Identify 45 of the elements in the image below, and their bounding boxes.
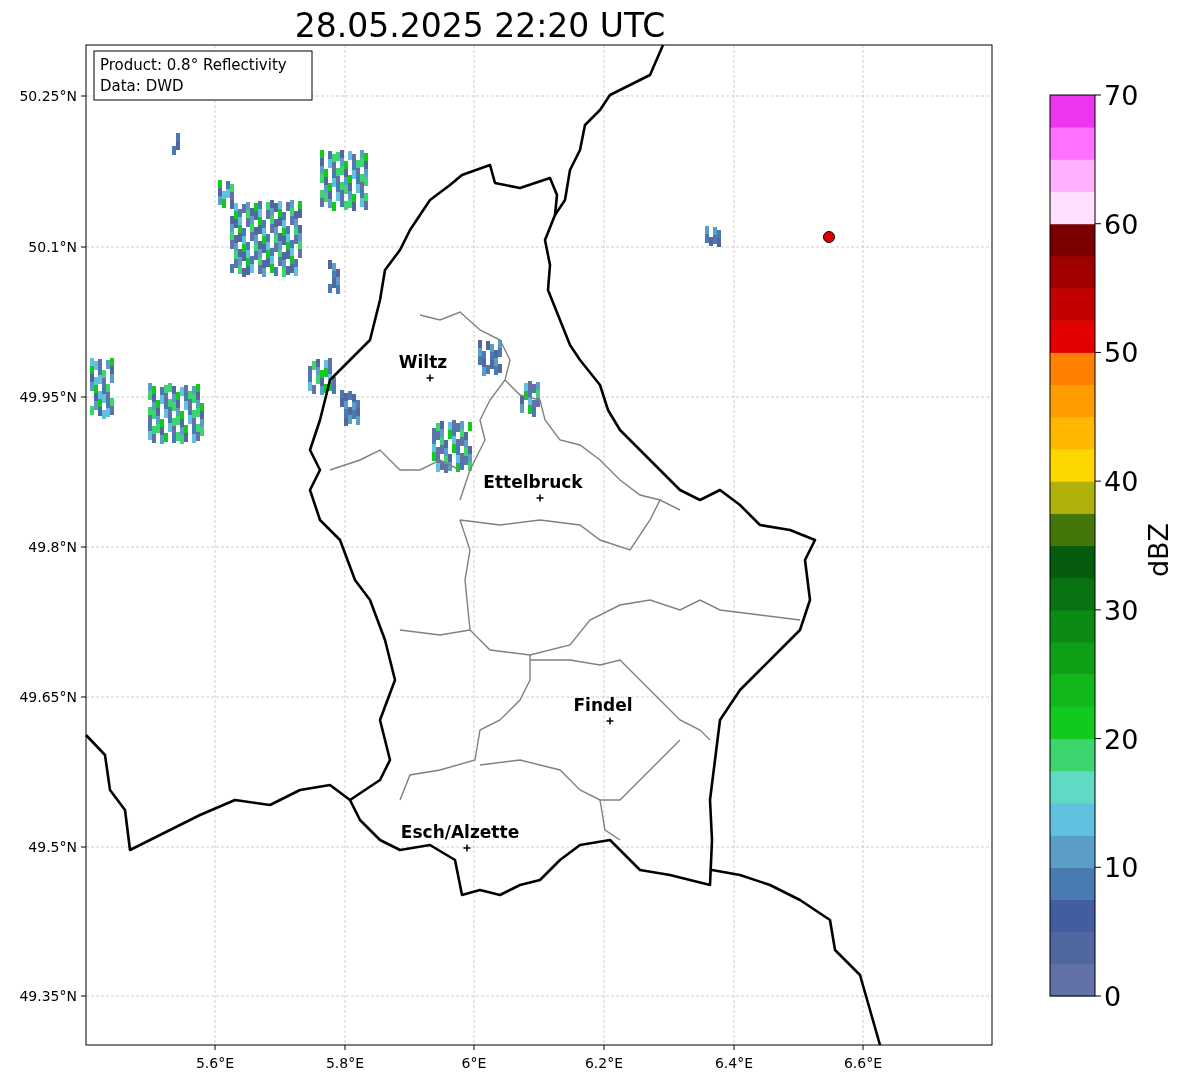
latitude-label: 49.35°N — [19, 988, 77, 1004]
colorbar-label: dBZ — [1143, 522, 1174, 578]
longitude-label: 5.8°E — [325, 1055, 365, 1071]
radar-echo — [172, 133, 180, 155]
radar-echo — [90, 358, 114, 419]
radar-echo — [320, 150, 368, 211]
colorbar-tick-label: 30 — [1104, 594, 1139, 626]
city-label: Ettelbruck — [483, 472, 583, 492]
longitude-label: 6.4°E — [714, 1055, 754, 1071]
radar-echo — [328, 260, 340, 294]
longitude-label: 5.6°E — [195, 1055, 235, 1071]
city-marker-icon — [535, 493, 545, 503]
radar-echo — [432, 420, 472, 473]
city-label: Wiltz — [398, 352, 448, 372]
radar-echo — [148, 383, 204, 444]
latitude-label: 49.95°N — [19, 389, 77, 405]
longitude-label: 6.6°E — [843, 1055, 883, 1071]
radar-echo — [308, 358, 336, 395]
radar-echo — [520, 381, 540, 417]
latitude-label: 50.1°N — [28, 239, 77, 255]
city-label: Esch/Alzette — [400, 822, 520, 842]
colorbar-tick-label: 20 — [1104, 723, 1139, 755]
longitude-label: 6°E — [461, 1055, 487, 1071]
radar-echo — [340, 390, 360, 426]
city-marker-icon — [462, 843, 472, 853]
colorbar-tick-label: 40 — [1104, 466, 1139, 498]
colorbar-tick-label: 10 — [1104, 852, 1139, 884]
latitude-label: 49.65°N — [19, 689, 77, 705]
colorbar-tick-label: 60 — [1104, 208, 1139, 240]
longitude-label: 6.2°E — [584, 1055, 624, 1071]
radar-echo — [705, 226, 721, 247]
latitude-label: 50.25°N — [19, 88, 77, 104]
city-label: Findel — [573, 695, 633, 715]
location-marker — [823, 231, 835, 243]
colorbar-tick-label: 70 — [1104, 80, 1139, 111]
chart-title: 28.05.2025 22:20 UTC — [294, 6, 666, 45]
latitude-label: 49.8°N — [28, 539, 77, 555]
latitude-label: 49.5°N — [28, 839, 77, 855]
info-text: Data: DWD — [100, 77, 184, 95]
city-marker-icon — [425, 373, 435, 383]
colorbar-tick-label: 50 — [1104, 337, 1139, 369]
info-text: Product: 0.8° Reflectivity — [100, 56, 287, 74]
colorbar-tick-label: 0 — [1104, 981, 1122, 1012]
radar-echo — [478, 340, 502, 376]
city-marker-icon — [605, 716, 615, 726]
